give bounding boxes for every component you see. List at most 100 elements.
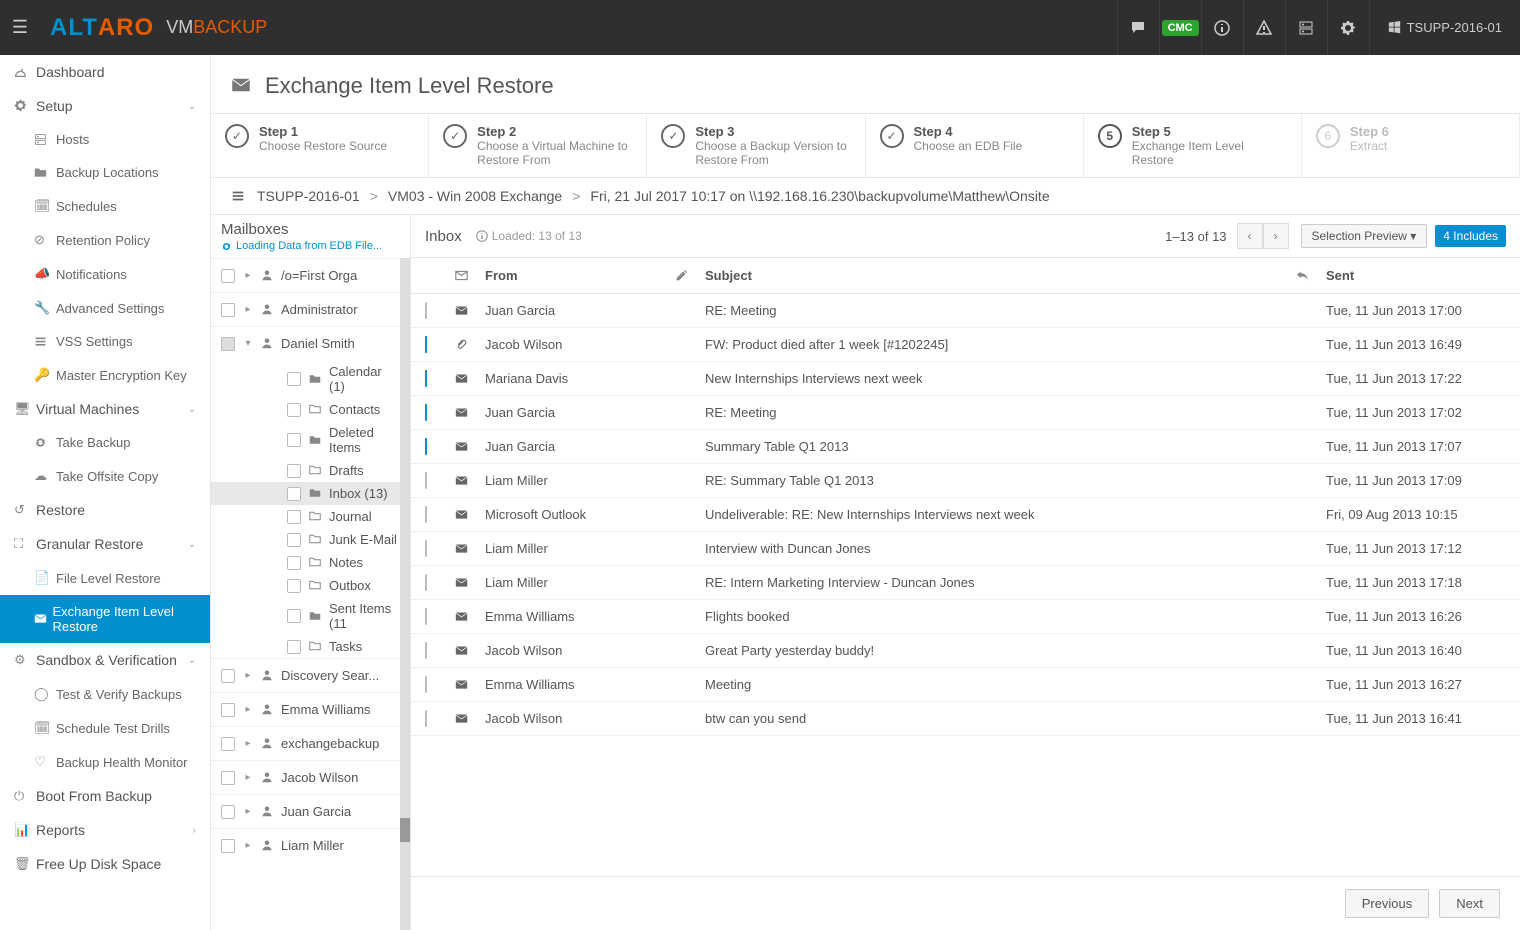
sidebar-item-flr[interactable]: 📄File Level Restore <box>0 561 210 595</box>
checkbox[interactable] <box>425 438 427 455</box>
expand-icon[interactable]: ▸ <box>243 840 253 851</box>
col-from[interactable]: From <box>485 268 675 283</box>
page-next-button[interactable]: › <box>1263 223 1289 249</box>
expand-icon[interactable]: ▸ <box>243 670 253 681</box>
sidebar-item-schedules[interactable]: 🗓Schedules <box>0 189 210 223</box>
mailbox-row[interactable]: ▸Jacob Wilson <box>211 760 410 794</box>
sidebar-item-hosts[interactable]: Hosts <box>0 123 210 156</box>
folder-row[interactable]: Tasks <box>211 635 410 658</box>
wizard-step[interactable]: Step 4Choose an EDB File <box>866 114 1084 177</box>
sidebar-item-vms[interactable]: 🖥Virtual Machines⌄ <box>0 392 210 426</box>
sidebar-toggle[interactable]: ☰ <box>0 17 40 38</box>
sidebar-item-boot[interactable]: ⏻Boot From Backup <box>0 779 210 813</box>
mailbox-row[interactable]: ▸Emma Williams <box>211 692 410 726</box>
checkbox[interactable] <box>425 574 427 591</box>
checkbox[interactable] <box>425 676 427 693</box>
scrollbar-thumb[interactable] <box>400 818 410 842</box>
sidebar-item-freeup[interactable]: 🗑Free Up Disk Space <box>0 847 210 881</box>
expand-icon[interactable]: ▸ <box>243 772 253 783</box>
checkbox[interactable] <box>221 303 235 317</box>
checkbox[interactable] <box>287 510 301 524</box>
folder-row[interactable]: Calendar (1) <box>211 360 410 398</box>
expand-icon[interactable]: ▸ <box>243 270 253 281</box>
wizard-step[interactable]: Step 2Choose a Virtual Machine to Restor… <box>429 114 647 177</box>
mailbox-row[interactable]: ▾Daniel Smith <box>211 326 410 360</box>
sidebar-item-setup[interactable]: Setup⌄ <box>0 89 210 123</box>
expand-icon[interactable]: ▸ <box>243 704 253 715</box>
checkbox[interactable] <box>287 533 301 547</box>
checkbox[interactable] <box>425 370 427 387</box>
checkbox[interactable] <box>287 372 301 386</box>
sidebar-item-take-backup[interactable]: Take Backup <box>0 426 210 459</box>
checkbox[interactable] <box>425 302 427 319</box>
server-icon[interactable] <box>1285 0 1327 55</box>
checkbox[interactable] <box>221 703 235 717</box>
mail-row[interactable]: Juan GarciaSummary Table Q1 2013Tue, 11 … <box>411 430 1520 464</box>
sidebar-item-dashboard[interactable]: Dashboard <box>0 55 210 89</box>
mail-row[interactable]: Jacob Wilsonbtw can you sendTue, 11 Jun … <box>411 702 1520 736</box>
sidebar-item-reports[interactable]: 📊Reports› <box>0 813 210 847</box>
folder-row[interactable]: Outbox <box>211 574 410 597</box>
expand-icon[interactable]: ▸ <box>243 304 253 315</box>
checkbox[interactable] <box>287 579 301 593</box>
crumb-host[interactable]: TSUPP-2016-01 <box>257 188 360 204</box>
mailbox-row[interactable]: ▸Juan Garcia <box>211 794 410 828</box>
checkbox[interactable] <box>287 464 301 478</box>
checkbox[interactable] <box>221 805 235 819</box>
folder-row[interactable]: Junk E-Mail <box>211 528 410 551</box>
alert-icon[interactable] <box>1243 0 1285 55</box>
mail-row[interactable]: Juan GarciaRE: MeetingTue, 11 Jun 2013 1… <box>411 396 1520 430</box>
sidebar-item-bhm[interactable]: ♡Backup Health Monitor <box>0 745 210 779</box>
col-subject[interactable]: Subject <box>705 268 1296 283</box>
folder-row[interactable]: Drafts <box>211 459 410 482</box>
sidebar-item-restore[interactable]: ↺Restore <box>0 493 210 527</box>
sidebar-item-testverify[interactable]: ◯Test & Verify Backups <box>0 677 210 711</box>
checkbox[interactable] <box>221 839 235 853</box>
mail-row[interactable]: Microsoft OutlookUndeliverable: RE: New … <box>411 498 1520 532</box>
checkbox[interactable] <box>221 669 235 683</box>
includes-badge[interactable]: 4 Includes <box>1435 225 1506 247</box>
checkbox[interactable] <box>425 642 427 659</box>
previous-button[interactable]: Previous <box>1345 889 1430 918</box>
folder-row[interactable]: Sent Items (11 <box>211 597 410 635</box>
mail-row[interactable]: Emma WilliamsMeetingTue, 11 Jun 2013 16:… <box>411 668 1520 702</box>
checkbox[interactable] <box>425 404 427 421</box>
mail-row[interactable]: Jacob WilsonGreat Party yesterday buddy!… <box>411 634 1520 668</box>
checkbox[interactable] <box>287 609 301 623</box>
sidebar-item-sandbox[interactable]: ⚙Sandbox & Verification⌄ <box>0 643 210 677</box>
mail-row[interactable]: Liam MillerInterview with Duncan JonesTu… <box>411 532 1520 566</box>
checkbox[interactable] <box>221 737 235 751</box>
sidebar-item-granular[interactable]: ⛶Granular Restore⌄ <box>0 527 210 561</box>
checkbox[interactable] <box>425 540 427 557</box>
crumb-vm[interactable]: VM03 - Win 2008 Exchange <box>388 188 562 204</box>
folder-row[interactable]: Inbox (13) <box>211 482 410 505</box>
folder-row[interactable]: Contacts <box>211 398 410 421</box>
mail-row[interactable]: Mariana DavisNew Internships Interviews … <box>411 362 1520 396</box>
sidebar-item-eilr[interactable]: Exchange Item Level Restore <box>0 595 210 643</box>
folder-row[interactable]: Deleted Items <box>211 421 410 459</box>
chat-icon[interactable] <box>1117 0 1159 55</box>
expand-icon[interactable]: ▸ <box>243 806 253 817</box>
mailbox-row[interactable]: ▸Discovery Sear... <box>211 658 410 692</box>
settings-icon[interactable] <box>1327 0 1369 55</box>
wizard-step[interactable]: Step 3Choose a Backup Version to Restore… <box>647 114 865 177</box>
checkbox[interactable] <box>425 506 427 523</box>
next-button[interactable]: Next <box>1439 889 1500 918</box>
cmc-badge[interactable]: CMC <box>1159 0 1201 55</box>
sidebar-item-offsite[interactable]: ☁Take Offsite Copy <box>0 459 210 493</box>
page-prev-button[interactable]: ‹ <box>1237 223 1263 249</box>
checkbox[interactable] <box>425 336 427 353</box>
mailbox-row[interactable]: ▸exchangebackup <box>211 726 410 760</box>
folder-row[interactable]: Notes <box>211 551 410 574</box>
selection-preview-button[interactable]: Selection Preview ▾ <box>1301 224 1428 248</box>
sidebar-item-mek[interactable]: 🔑Master Encryption Key <box>0 358 210 392</box>
checkbox[interactable] <box>425 710 427 727</box>
col-sent[interactable]: Sent <box>1326 268 1506 283</box>
info-icon[interactable] <box>1201 0 1243 55</box>
wizard-step[interactable]: 5Step 5Exchange Item Level Restore <box>1084 114 1302 177</box>
checkbox[interactable] <box>287 403 301 417</box>
checkbox[interactable] <box>221 337 235 351</box>
mail-row[interactable]: Liam MillerRE: Summary Table Q1 2013Tue,… <box>411 464 1520 498</box>
checkbox[interactable] <box>287 640 301 654</box>
checkbox[interactable] <box>287 556 301 570</box>
